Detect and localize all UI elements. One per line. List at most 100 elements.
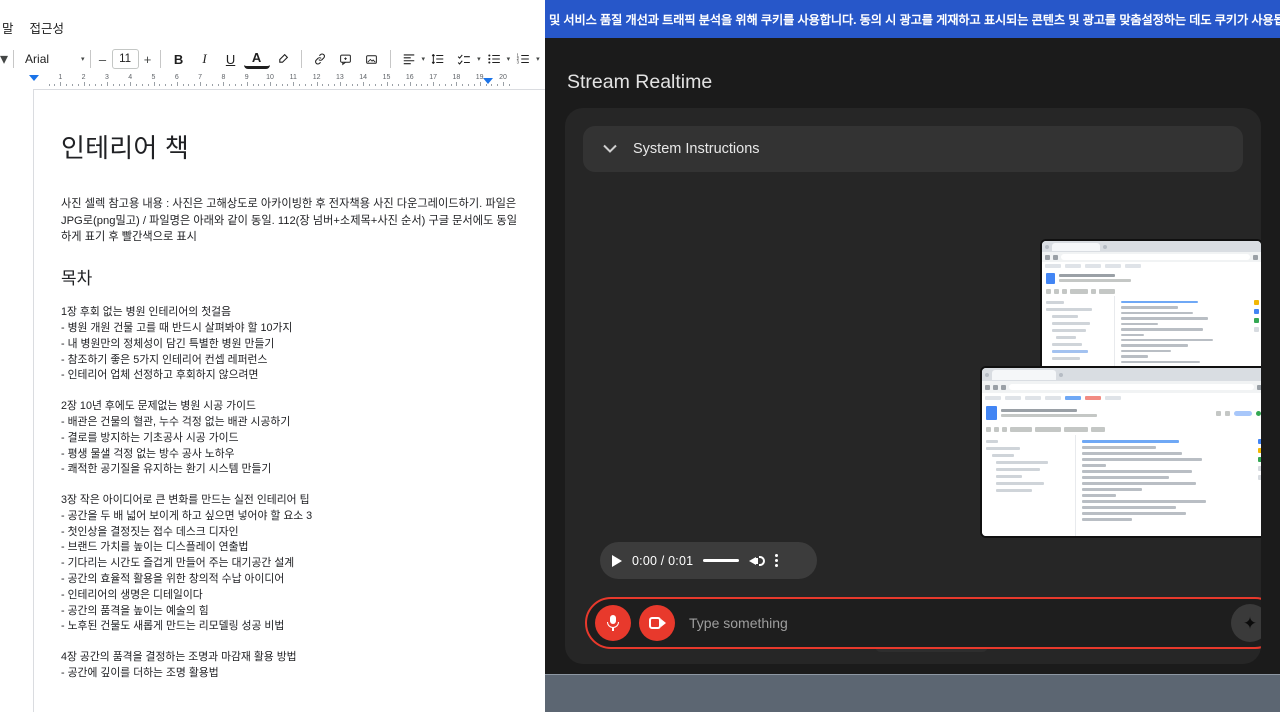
preview-size-select: [1091, 427, 1105, 432]
highlight-pen-icon[interactable]: [270, 46, 296, 72]
spacer: [61, 384, 517, 399]
preview-doc-line: [1121, 306, 1178, 308]
toolbar-overflow-caret[interactable]: ▾: [0, 49, 8, 69]
preview-doc-line: [1082, 470, 1192, 473]
ruler-tick: [305, 84, 306, 87]
docs-ruler[interactable]: 1234567891011121314151617181920: [0, 74, 545, 88]
ruler-tick: [89, 84, 90, 87]
left-indent-marker[interactable]: [29, 75, 39, 81]
align-left-icon[interactable]: [396, 46, 422, 72]
ruler-tick: [439, 84, 440, 87]
list-item: - 쾌적한 공기질을 유지하는 환기 시스템 만들기: [61, 462, 517, 478]
right-indent-marker[interactable]: [483, 78, 493, 84]
document-page[interactable]: 인테리어 책 사진 셀렉 참고용 내용 : 사진은 고해상도로 아카이빙한 후 …: [33, 89, 545, 712]
ruler-number: 12: [313, 74, 321, 81]
ruler-tick: [317, 82, 318, 86]
preview-outline-line: [992, 454, 1014, 457]
font-size-decrease-button[interactable]: –: [96, 52, 110, 67]
stop-screen-share-button[interactable]: [639, 605, 675, 641]
preview-url: [1061, 254, 1250, 260]
send-button[interactable]: ✦: [1231, 604, 1261, 642]
microphone-button[interactable]: [595, 605, 631, 641]
ruler-tick: [270, 82, 271, 86]
document-title: 인테리어 책: [61, 132, 517, 166]
volume-icon[interactable]: [749, 554, 765, 568]
preview-url: [1009, 384, 1254, 390]
ruler-tick: [445, 84, 446, 87]
menu-item-accessibility[interactable]: 접근성: [22, 16, 73, 39]
preview-outline-line: [996, 461, 1048, 464]
font-size-increase-button[interactable]: +: [141, 52, 155, 67]
preview-doc-line: [1082, 452, 1182, 455]
preview-menu-line: [1059, 279, 1131, 282]
ruler-tick: [101, 84, 102, 87]
preview-rail-icon: [1254, 318, 1259, 323]
preview-toolbar-icon: [1062, 289, 1067, 294]
comment-icon[interactable]: [333, 46, 359, 72]
ruler-tick: [410, 82, 411, 86]
bold-button[interactable]: B: [166, 46, 192, 72]
ruler-number: 11: [290, 74, 297, 81]
ai-studio-body: Stream Realtime System Instructions: [545, 38, 1280, 674]
ruler-tick: [328, 84, 329, 87]
preview-outline-line: [1056, 336, 1076, 339]
underline-button[interactable]: U: [218, 46, 244, 72]
more-vertical-icon[interactable]: [775, 554, 778, 567]
preview-newtab: [1059, 373, 1063, 377]
preview-doc-line: [1121, 334, 1143, 336]
line-spacing-icon[interactable]: [425, 46, 451, 72]
link-icon[interactable]: [307, 46, 333, 72]
ruler-tick: [404, 84, 405, 87]
preview-outline-line: [996, 475, 1022, 478]
audio-player[interactable]: 0:00 / 0:01: [600, 542, 817, 579]
italic-button[interactable]: I: [192, 46, 218, 72]
player-progress-bar[interactable]: [703, 559, 739, 562]
ruler-tick: [194, 84, 195, 87]
checklist-icon[interactable]: [451, 46, 477, 72]
preview-outline-line: [996, 468, 1040, 471]
preview-outline-line: [996, 489, 1032, 492]
stop-screen-share-icon: [649, 617, 666, 629]
ruler-number: 2: [82, 74, 86, 81]
preview-docs-header: [982, 403, 1261, 423]
font-family-value: Arial: [19, 47, 81, 71]
ruler-tick: [497, 84, 498, 87]
text-color-button[interactable]: A: [244, 49, 270, 69]
numbered-list-icon[interactable]: 123: [510, 46, 536, 72]
preview-profile-icon: [1253, 255, 1258, 260]
preview-bookmark: [1045, 396, 1061, 400]
ruler-number: 8: [221, 74, 225, 81]
preview-doc-title: [1059, 274, 1131, 282]
ruler-tick: [352, 84, 353, 87]
bulleted-list-icon[interactable]: [481, 46, 507, 72]
preview-toolbar-icon: [1070, 289, 1088, 294]
preview-toolbar-icon: [1002, 427, 1007, 432]
font-family-selector[interactable]: Arial ▾: [19, 47, 85, 71]
ruler-tick: [171, 84, 172, 87]
ruler-tick: [49, 84, 50, 87]
ruler-tick: [247, 82, 248, 86]
font-size-stepper[interactable]: – 11 +: [96, 49, 155, 69]
preview-doc-line: [1121, 339, 1213, 341]
font-size-value[interactable]: 11: [112, 49, 139, 69]
system-instructions-row[interactable]: System Instructions: [583, 126, 1243, 172]
preview-toolbar-icon: [1099, 289, 1115, 294]
preview-bookmark: [1085, 396, 1101, 400]
list-item: - 브랜드 가치를 높이는 디스플레이 연출법: [61, 540, 517, 556]
preview-doc-line: [1121, 301, 1198, 303]
preview-back-icon: [985, 385, 990, 390]
play-icon[interactable]: [612, 555, 622, 567]
preview-doc-line: [1082, 476, 1169, 479]
menu-item-help[interactable]: 말: [0, 16, 22, 39]
prompt-input[interactable]: Type something: [683, 615, 1223, 631]
preview-doc-line: [1082, 518, 1132, 521]
ai-studio-pane: 및 서비스 품질 개선과 트래픽 분석을 위해 쿠키를 사용합니다. 동의 시 …: [545, 0, 1280, 712]
ruler-number: 3: [105, 74, 109, 81]
preview-outline-pane: [982, 435, 1075, 538]
preview-address-bar: [1042, 252, 1261, 262]
preview-outline-line: [986, 447, 1020, 450]
preview-menu-line: [1001, 414, 1097, 417]
ruler-number: 7: [198, 74, 202, 81]
image-icon[interactable]: [359, 46, 385, 72]
prompt-input-bar[interactable]: Type something ✦: [585, 597, 1261, 649]
